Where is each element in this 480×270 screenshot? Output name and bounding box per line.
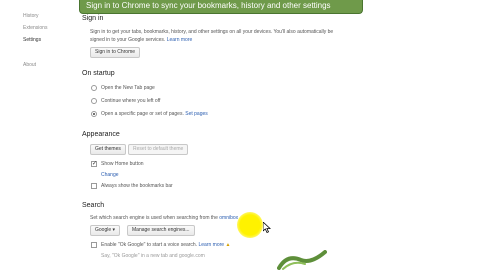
ok-google-label: Enable "Ok Google" to start a voice sear… [101,242,198,248]
manage-search-engines-button[interactable]: Manage search engines... [127,225,195,236]
sidebar-item-extensions[interactable]: Extensions [23,25,47,31]
startup-continue-label: Continue where you left off [101,98,161,104]
omnibox-link[interactable]: omnibox [219,215,238,221]
ok-google-row: Enable "Ok Google" to start a voice sear… [101,242,230,248]
watermark-logo [277,250,327,270]
sidebar: History Extensions Settings About [0,0,80,270]
show-home-checkbox[interactable]: ✓ [91,161,97,167]
sidebar-item-about[interactable]: About [23,62,36,68]
show-home-label: Show Home button [101,161,144,167]
set-pages-link[interactable]: Set pages [185,111,208,117]
chevron-down-icon: ▾ [112,227,116,233]
cursor-highlight [237,212,263,238]
search-description: Set which search engine is used when sea… [90,215,218,221]
warning-icon: ▲ [225,242,231,248]
settings-main: Sign in Sign in to get your tabs, bookma… [80,0,480,270]
startup-specific-pages-label: Open a specific page or set of pages. [101,111,184,117]
sign-in-learn-more-link[interactable]: Learn more [167,37,193,43]
sign-in-description-text: signed in to your Google services. [90,37,166,43]
sign-in-heading: Sign in [82,15,104,22]
show-bookmarks-label: Always show the bookmarks bar [101,183,173,189]
startup-continue-radio[interactable] [91,98,97,104]
sign-in-to-chrome-button[interactable]: Sign in to Chrome [90,47,141,58]
appearance-heading: Appearance [82,131,120,138]
startup-specific-pages-radio[interactable] [91,111,97,117]
search-heading: Search [82,202,105,209]
startup-new-tab-radio[interactable] [91,85,97,91]
ok-google-checkbox[interactable] [91,242,97,248]
search-description-row: Set which search engine is used when sea… [90,215,238,221]
checkmark-icon: ✓ [92,161,98,167]
ok-google-hint: Say, "Ok Google" in a new tab and google… [101,253,205,259]
search-engine-value: Google [95,227,112,233]
get-themes-button[interactable]: Get themes [90,144,126,155]
show-bookmarks-checkbox[interactable] [91,183,97,189]
sidebar-item-settings[interactable]: Settings [23,37,41,43]
startup-specific-pages-row: Open a specific page or set of pages. Se… [101,111,208,117]
ok-google-learn-more-link[interactable]: Learn more [199,242,225,248]
sidebar-item-history[interactable]: History [23,13,39,19]
startup-new-tab-label: Open the New Tab page [101,85,155,91]
change-home-link[interactable]: Change [101,172,119,178]
on-startup-heading: On startup [82,70,115,77]
reset-theme-button[interactable]: Reset to default theme [128,144,189,155]
search-engine-select[interactable]: Google ▾ [90,225,121,236]
sign-in-description: Sign in to get your tabs, bookmarks, his… [90,29,334,35]
mouse-pointer-icon [263,222,271,233]
sign-in-description-2: signed in to your Google services. Learn… [90,37,192,43]
